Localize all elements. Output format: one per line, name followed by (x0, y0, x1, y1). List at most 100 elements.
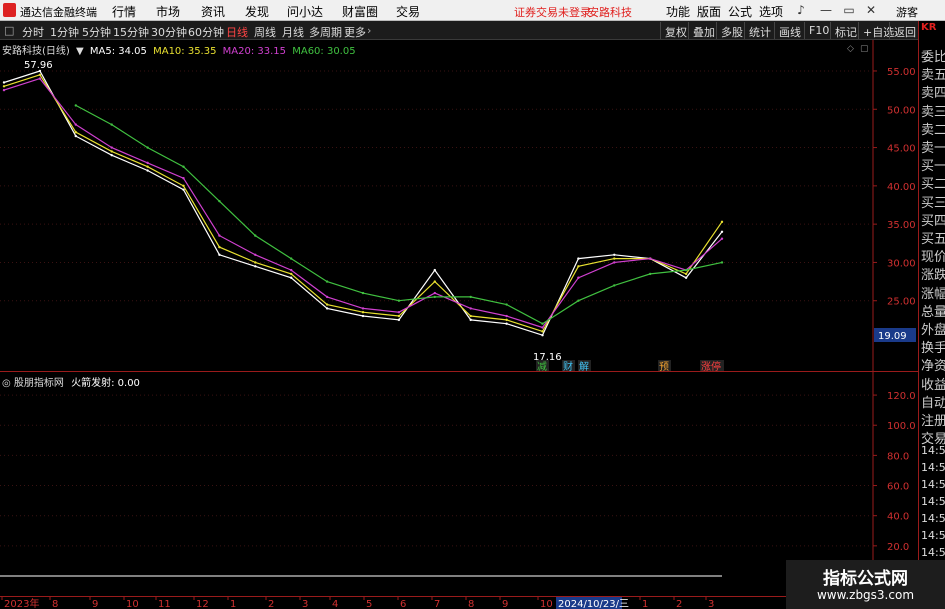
period-1min[interactable]: 1分钟 (50, 24, 79, 40)
data-point-ma5 (182, 188, 185, 191)
quote-label: 外盘 (921, 323, 945, 338)
toggle-panel-icon[interactable]: □ (4, 24, 14, 37)
data-point-ma10 (38, 73, 42, 77)
x-tick-label: 1 (642, 599, 648, 609)
data-point-ma10 (182, 184, 185, 188)
period-multi[interactable]: 多周期 (309, 24, 342, 40)
x-tick-label: 8 (52, 599, 58, 609)
multi-stock-button[interactable]: 多股 (716, 22, 747, 39)
data-point-ma60 (110, 123, 113, 126)
data-point-ma20 (397, 311, 401, 314)
adjust-button[interactable]: 复权 (660, 22, 691, 39)
x-tick-label: 5 (366, 599, 372, 609)
watermark: 指标公式网 www.zbgs3.com (786, 560, 945, 609)
period-intraday[interactable]: 分时 (22, 24, 44, 40)
period-15min[interactable]: 15分钟 (113, 24, 149, 40)
headset-icon[interactable]: ♪ (792, 2, 810, 18)
event-marker[interactable]: 预 (659, 361, 669, 373)
period-60min[interactable]: 60分钟 (188, 24, 224, 40)
period-more[interactable]: 更多 (344, 24, 366, 40)
menu-item-trade[interactable]: 交易 (396, 3, 420, 20)
menu-item-functions[interactable]: 功能 (666, 3, 690, 20)
menu-item-layout[interactable]: 版面 (697, 3, 721, 20)
data-point-ma20 (649, 257, 652, 260)
trade-time: 14:5 (921, 495, 945, 508)
data-point-ma20 (433, 291, 436, 295)
indicator-value: 火箭发射: 0.00 (71, 378, 140, 389)
menu-item-quotes[interactable]: 行情 (112, 3, 136, 20)
y-tick-label: 60.0 (887, 482, 909, 493)
x-tick-label: 1 (230, 599, 236, 609)
period-30min[interactable]: 30分钟 (151, 24, 187, 40)
data-point-ma10 (325, 303, 329, 306)
x-tick-label: 9 (92, 599, 98, 609)
menu-item-ask[interactable]: 问小达 (287, 3, 323, 20)
price-chart-svg: 25.00 30.00 35.00 40.00 45.00 50.00 55.00 19.0… (0, 40, 918, 373)
user-label[interactable]: 游客 (896, 4, 918, 20)
x-tick-label: 11 (158, 599, 171, 609)
data-point-ma5 (720, 230, 724, 234)
overlay-button[interactable]: 叠加 (688, 22, 719, 39)
indicator-toggle-icon[interactable]: ◎ (2, 378, 11, 389)
data-point-ma20 (2, 88, 6, 92)
event-marker[interactable]: 减 (537, 361, 547, 373)
high-price-label: 57.96 (24, 60, 53, 71)
data-point-ma5 (290, 276, 293, 279)
data-point-ma20 (146, 161, 149, 165)
data-point-ma5 (361, 314, 365, 318)
y-tick-label: 25.00 (887, 297, 916, 308)
menu-item-formula[interactable]: 公式 (728, 3, 752, 20)
quote-label: 涨幅 (921, 286, 945, 302)
period-monthly[interactable]: 月线 (282, 24, 304, 40)
minimize-icon[interactable]: — (817, 2, 835, 18)
data-point-ma5 (146, 169, 149, 172)
y-tick-label: 100.0 (887, 421, 916, 432)
period-weekly[interactable]: 周线 (254, 24, 276, 40)
x-tick-label: 2 (268, 599, 274, 609)
data-point-ma10 (361, 311, 365, 314)
pane-zoom-icon[interactable]: ▢ (860, 44, 869, 54)
menu-item-market[interactable]: 市场 (156, 3, 180, 20)
ma60-label: MA60: 30.05 (292, 46, 356, 57)
period-toolbar: □ 分时 1分钟 5分钟 15分钟 30分钟 60分钟 日线 周线 月线 多周期… (0, 21, 945, 40)
quote-label: 卖二 (921, 122, 945, 138)
menu-item-discover[interactable]: 发现 (245, 3, 269, 20)
menu-item-wealth[interactable]: 财富圈 (342, 3, 378, 20)
data-point-ma20 (541, 326, 544, 329)
x-tick-label: 4 (332, 599, 338, 609)
menu-item-news[interactable]: 资讯 (201, 3, 225, 20)
restore-icon[interactable]: ▭ (840, 2, 858, 18)
event-marker[interactable]: 财 (563, 360, 573, 373)
indicator-pane[interactable]: 20.0 40.0 60.0 80.0 100.0 120.0 ◎ 股朋指标网 火箭发射:… (0, 372, 918, 596)
draw-button[interactable]: 画线 (774, 22, 805, 39)
indicator-legend: ◎ 股朋指标网 火箭发射: 0.00 (2, 374, 140, 389)
pane-menu-icon[interactable]: ◇ (847, 44, 854, 54)
chevron-right-icon[interactable]: › (367, 24, 371, 37)
y-tick-label: 120.0 (887, 391, 916, 402)
price-chart[interactable]: 25.00 30.00 35.00 40.00 45.00 50.00 55.00 19.0… (0, 40, 918, 373)
x-tick-label: 7 (434, 599, 440, 609)
event-marker[interactable]: 解 (579, 360, 589, 373)
period-daily[interactable]: 日线 (226, 24, 248, 40)
data-point-ma20 (577, 276, 580, 279)
legend-toggle-icon[interactable]: ▼ (76, 46, 84, 57)
f10-button[interactable]: F10 (804, 22, 833, 39)
quote-label: 卖三 (921, 104, 945, 120)
x-tick-label: 12 (196, 599, 209, 609)
data-point-ma5 (74, 134, 78, 138)
data-point-ma20 (218, 234, 221, 237)
login-status[interactable]: 证券交易未登录 (514, 4, 591, 20)
event-marker[interactable]: 涨停 (701, 360, 721, 373)
period-5min[interactable]: 5分钟 (82, 24, 111, 40)
stats-button[interactable]: 统计 (744, 22, 775, 39)
data-point-ma10 (2, 85, 6, 88)
data-point-ma60 (146, 146, 149, 149)
x-tick-label: 2023年 (4, 597, 39, 609)
data-point-ma10 (720, 220, 724, 224)
menu-item-options[interactable]: 选项 (759, 3, 783, 20)
data-point-ma60 (577, 299, 580, 302)
trade-time: 14:5 (921, 529, 945, 542)
mark-button[interactable]: 标记 (830, 22, 861, 39)
close-icon[interactable]: ✕ (862, 2, 880, 18)
back-button[interactable]: 返回 (889, 22, 920, 39)
